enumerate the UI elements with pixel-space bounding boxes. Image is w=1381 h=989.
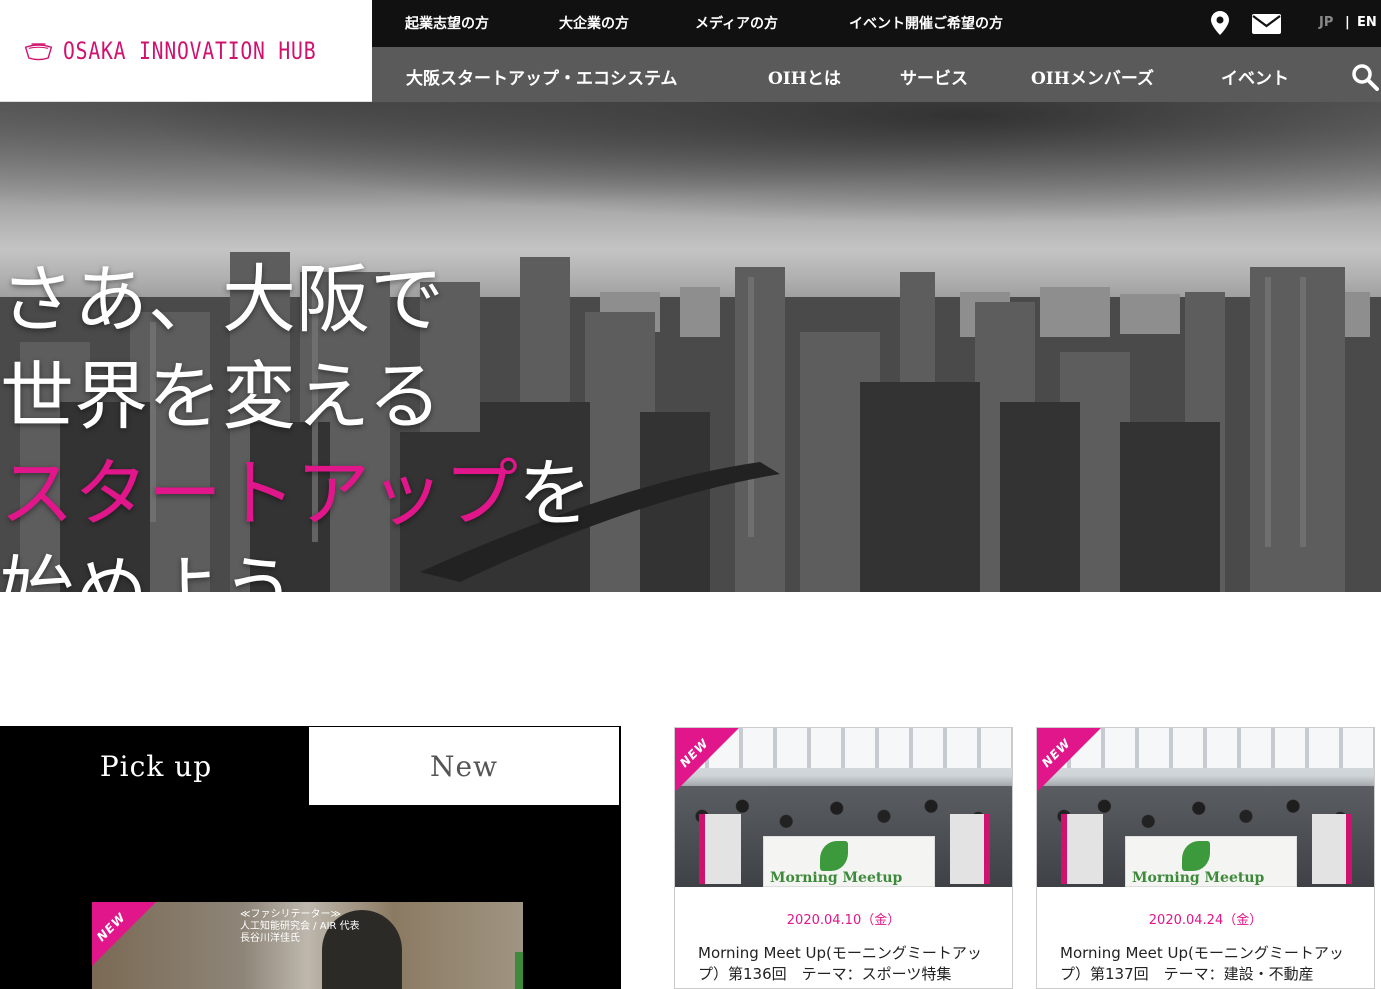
event-card[interactable]: Morning Meetup NEW 2020.04.10（金） Morning… <box>674 727 1013 989</box>
nav-startup-ecosystem[interactable]: 大阪スタートアップ・エコシステム <box>406 64 678 89</box>
hero-banner: さあ、大阪で 世界を変える スタートアップを 始めよう。 <box>0 102 1381 592</box>
new-ribbon-label: NEW <box>1039 735 1074 771</box>
nav-services[interactable]: サービス <box>900 64 968 89</box>
mail-icon[interactable] <box>1252 14 1281 34</box>
event-date: 2020.04.24（金） <box>1148 913 1263 928</box>
hero-headline: さあ、大阪で 世界を変える スタートアップを 始めよう。 <box>0 252 592 592</box>
card-accent <box>515 952 523 989</box>
photo-sign-right <box>1312 814 1352 884</box>
pickup-caption-line-3: 長谷川洋佳氏 <box>240 933 300 944</box>
new-ribbon: NEW <box>675 728 739 792</box>
lang-jp-link[interactable]: JP <box>1319 15 1333 30</box>
leaf-logo-icon <box>1182 841 1210 871</box>
hero-line-3-highlight: スタートアップ <box>0 451 518 537</box>
nav-about-oih[interactable]: OIHとは <box>768 64 841 89</box>
hero-line-2: 世界を変える <box>0 354 442 440</box>
photo-banner: Morning Meetup <box>763 836 935 887</box>
event-title[interactable]: Morning Meet Up(モーニングミートアップ）第137回 テーマ：建設… <box>1060 943 1360 985</box>
hero-line-3: スタートアップを <box>0 446 592 543</box>
event-photo: Morning Meetup NEW <box>675 728 1012 887</box>
pickup-caption: ≪ファシリテーター≫ 人工知能研究会 / AIR 代表 長谷川洋佳氏 <box>240 909 360 945</box>
photo-banner: Morning Meetup <box>1125 836 1297 887</box>
photo-sign-left <box>699 814 741 884</box>
event-photo: Morning Meetup NEW <box>1037 728 1374 887</box>
location-pin-icon[interactable] <box>1211 11 1229 35</box>
main-navigation: 大阪スタートアップ・エコシステム OIHとは サービス OIHメンバーズ イベン… <box>372 47 1381 102</box>
tab-new[interactable]: New <box>308 726 620 806</box>
lang-en-link[interactable]: EN <box>1357 15 1377 30</box>
hero-line-1: さあ、大阪で <box>0 257 444 343</box>
logo-text: OSAKA INNOVATION HUB <box>63 36 317 65</box>
nav-oih-members[interactable]: OIHメンバーズ <box>1031 64 1154 89</box>
hero-line-3-tail: を <box>518 451 592 537</box>
link-event-hosting[interactable]: イベント開催ご希望の方 <box>849 13 1003 33</box>
photo-banner-text: Morning Meetup <box>1132 870 1265 886</box>
link-large-companies[interactable]: 大企業の方 <box>559 13 629 33</box>
new-ribbon-label: NEW <box>677 735 712 771</box>
utility-bar: 起業志望の方 大企業の方 メディアの方 イベント開催ご希望の方 JP | EN <box>372 0 1381 47</box>
nav-events[interactable]: イベント <box>1221 64 1289 89</box>
site-logo[interactable]: OSAKA INNOVATION HUB <box>0 0 372 102</box>
photo-sign-right <box>950 814 990 884</box>
lang-separator: | <box>1345 15 1350 30</box>
hero-line-4: 始めよう。 <box>0 548 366 592</box>
link-media[interactable]: メディアの方 <box>695 13 778 33</box>
pickup-card[interactable]: ≪ファシリテーター≫ 人工知能研究会 / AIR 代表 長谷川洋佳氏 NEW <box>92 902 523 989</box>
new-ribbon: NEW <box>92 902 156 966</box>
pickup-caption-line-2: 人工知能研究会 / AIR 代表 <box>240 921 360 932</box>
link-aspiring-entrepreneurs[interactable]: 起業志望の方 <box>405 13 489 33</box>
photo-sign-left <box>1061 814 1103 884</box>
tab-pickup[interactable]: Pick up <box>0 726 312 806</box>
leaf-logo-icon <box>820 841 848 871</box>
pickup-caption-line-1: ≪ファシリテーター≫ <box>240 909 341 920</box>
new-ribbon: NEW <box>1037 728 1101 792</box>
search-icon[interactable] <box>1351 63 1379 91</box>
event-date: 2020.04.10（金） <box>786 913 901 928</box>
event-card[interactable]: Morning Meetup NEW 2020.04.24（金） Morning… <box>1036 727 1375 989</box>
new-ribbon-label: NEW <box>94 909 129 945</box>
photo-banner-text: Morning Meetup <box>770 870 903 886</box>
logo-mark-icon <box>24 42 53 60</box>
event-title[interactable]: Morning Meet Up(モーニングミートアップ）第136回 テーマ：スポ… <box>698 943 998 985</box>
